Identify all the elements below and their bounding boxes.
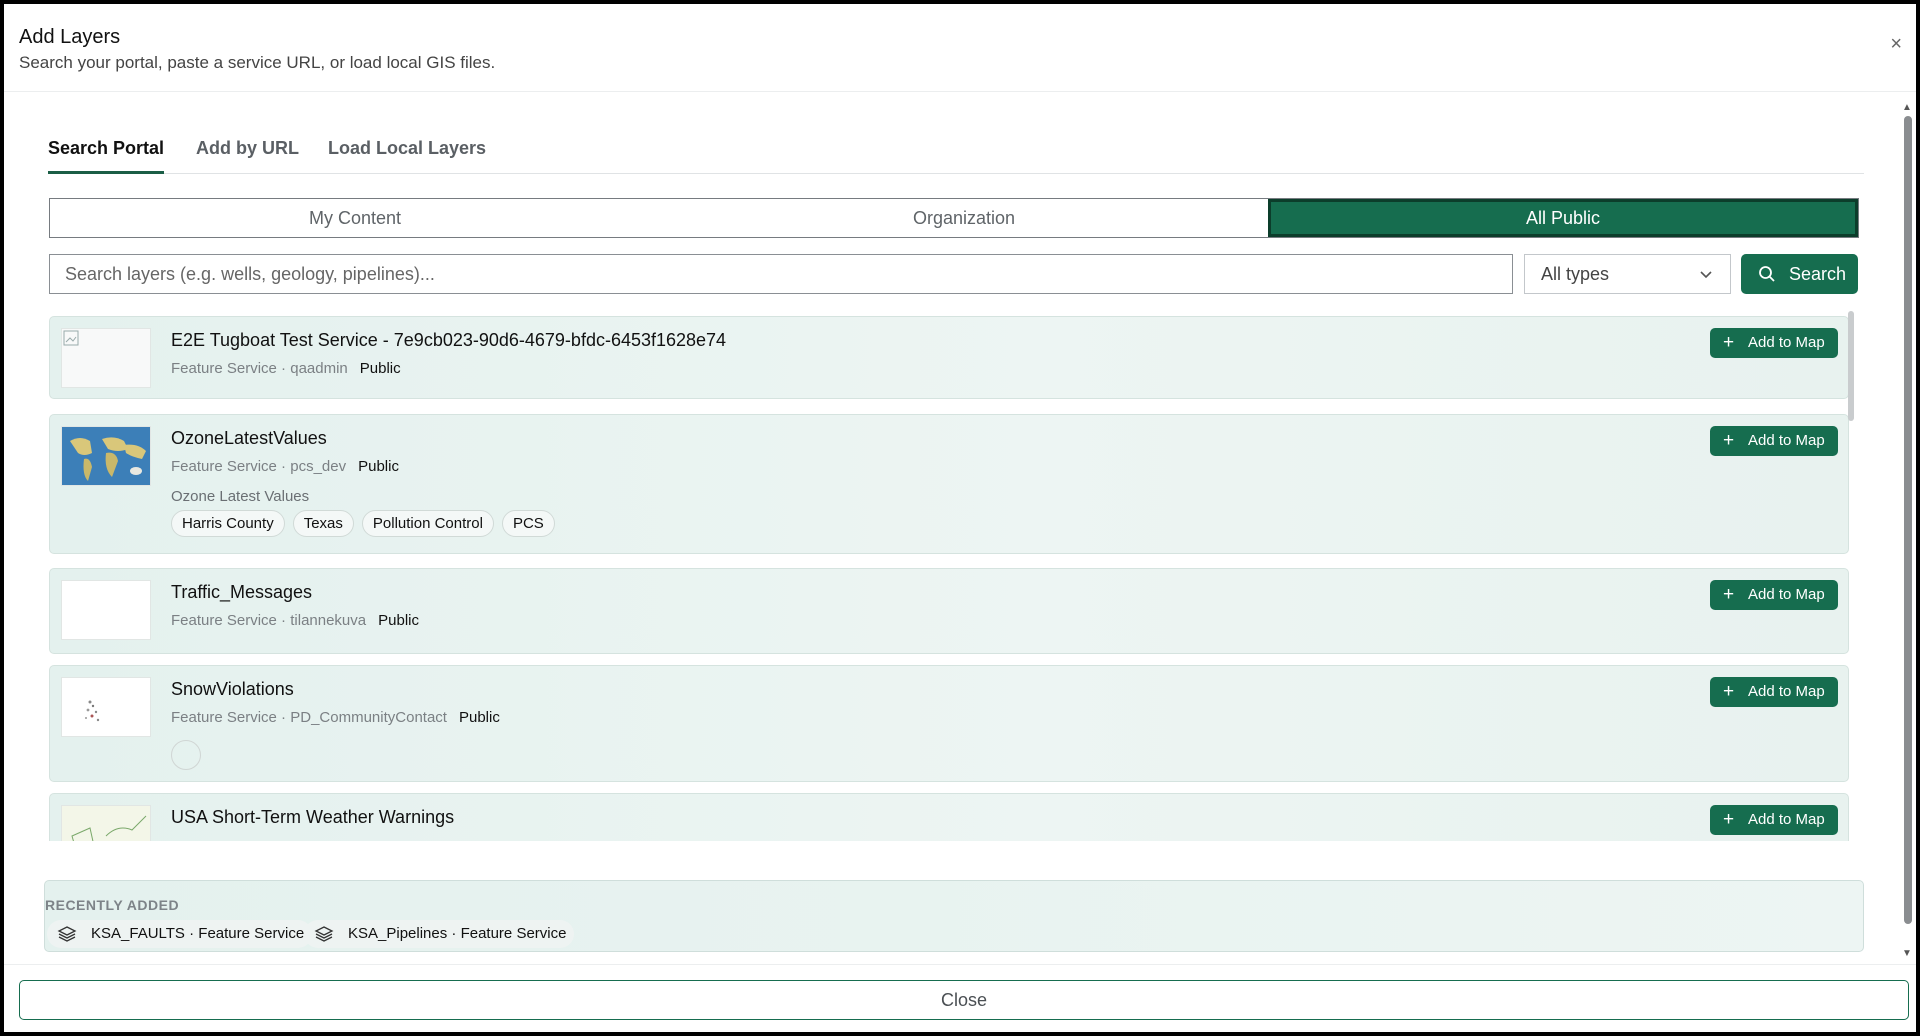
result-meta: Feature Service · tilannekuva Public [171,612,419,629]
chevron-down-icon [1700,271,1712,279]
close-button[interactable]: Close [19,980,1909,1020]
add-to-map-label: Add to Map [1748,586,1825,603]
scope-my-content[interactable]: My Content [50,199,660,237]
results-list[interactable]: E2E Tugboat Test Service - 7e9cb023-90d6… [49,311,1859,841]
type-filter-select[interactable]: All types [1524,254,1731,294]
empty-circle-icon [171,740,201,770]
tag-chip[interactable]: Pollution Control [361,510,494,537]
world-map-thumbnail-icon [62,427,150,485]
results-scrollbar[interactable] [1848,311,1854,421]
dialog-scrollbar[interactable]: ▲ ▼ [1901,102,1913,962]
result-owner: qaadmin [290,360,348,377]
result-meta: Feature Service · pcs_dev Public [171,458,399,475]
tab-bar: Search Portal Add by URL Load Local Laye… [48,138,1864,174]
plus-icon: + [1723,332,1735,353]
recent-item-type: Feature Service [198,925,305,942]
recent-item-chip[interactable]: KSA_Pipelines · Feature Service [304,920,575,948]
plus-icon: + [1723,430,1735,451]
recent-item-chip[interactable]: KSA_FAULTS · Feature Service [47,920,313,948]
add-to-map-button[interactable]: + Add to Map [1710,426,1838,456]
dialog-title: Add Layers [19,26,121,48]
scope-all-public[interactable]: All Public [1268,199,1858,237]
tag-chip[interactable]: Texas [292,510,354,537]
map-thumbnail-icon [71,815,147,841]
result-thumbnail [61,426,151,486]
tab-search-portal[interactable]: Search Portal [48,138,165,174]
result-card: E2E Tugboat Test Service - 7e9cb023-90d6… [49,316,1849,399]
access-badge: Public [378,612,419,629]
result-description: Ozone Latest Values [171,488,310,505]
add-to-map-button[interactable]: + Add to Map [1710,580,1838,610]
tag-chip[interactable]: PCS [501,510,555,537]
result-card: USA Short-Term Weather Warnings + Add to … [49,793,1849,841]
access-badge: Public [359,360,401,377]
result-thumbnail [61,677,151,737]
result-owner: PD_CommunityContact [290,709,447,726]
search-button-label: Search [1789,264,1847,284]
recently-added-panel: RECENTLY ADDED KSA_FAULTS · Feature Serv… [44,880,1864,952]
scroll-down-icon[interactable]: ▼ [1902,948,1912,959]
search-input[interactable] [49,254,1513,294]
add-to-map-label: Add to Map [1748,683,1825,700]
recent-item-type: Feature Service [460,925,567,942]
add-to-map-label: Add to Map [1748,432,1825,449]
result-owner: tilannekuva [290,612,367,629]
result-type: Feature Service [171,458,277,475]
tab-load-local-layers[interactable]: Load Local Layers [328,138,486,174]
add-to-map-button[interactable]: + Add to Map [1710,677,1838,707]
result-thumbnail [61,328,151,388]
result-title: USA Short-Term Weather Warnings [171,807,455,827]
result-meta: Feature Service · qaadmin Public [171,360,401,377]
add-to-map-label: Add to Map [1748,334,1825,351]
dialog-header: Add Layers Search your portal, paste a s… [4,4,1916,92]
search-icon [1759,266,1775,282]
result-title: SnowViolations [171,679,294,699]
plus-icon: + [1723,809,1735,830]
result-title: OzoneLatestValues [171,428,327,448]
result-card: Traffic_Messages Feature Service · tilan… [49,568,1849,654]
access-badge: Public [458,709,500,726]
result-thumbnail [61,580,151,640]
recently-added-label: RECENTLY ADDED [45,897,180,913]
plus-icon: + [1723,681,1735,702]
result-type: Feature Service [171,360,277,377]
scope-selector: My Content Organization All Public [49,198,1859,238]
access-badge: Public [358,458,399,475]
result-tags: Harris County Texas Pollution Control PC… [171,510,555,537]
search-button[interactable]: Search [1741,254,1858,294]
scatter-thumbnail-icon [85,700,100,722]
add-layers-dialog: Add Layers Search your portal, paste a s… [4,4,1916,1032]
result-type: Feature Service [171,709,277,726]
add-to-map-button[interactable]: + Add to Map [1710,805,1838,835]
footer-divider [4,964,1916,965]
tab-add-by-url[interactable]: Add by URL [196,138,299,174]
close-icon[interactable]: × [1890,34,1902,54]
result-card: SnowViolations Feature Service · PD_Comm… [49,665,1849,782]
result-title: E2E Tugboat Test Service - 7e9cb023-90d6… [171,330,727,350]
add-to-map-label: Add to Map [1748,811,1825,828]
scroll-up-icon[interactable]: ▲ [1902,102,1912,113]
scrollbar-thumb[interactable] [1904,116,1912,924]
dialog-subtitle: Search your portal, paste a service URL,… [19,53,496,72]
recent-item-name: KSA_FAULTS [91,925,185,942]
result-thumbnail [61,805,151,841]
result-owner: pcs_dev [290,458,347,475]
result-title: Traffic_Messages [171,582,313,602]
broken-image-icon [63,330,79,346]
layers-icon [314,926,334,942]
layers-icon [57,926,77,942]
plus-icon: + [1723,584,1735,605]
result-card: OzoneLatestValues Feature Service · pcs_… [49,414,1849,554]
recent-item-name: KSA_Pipelines [348,925,448,942]
add-to-map-button[interactable]: + Add to Map [1710,328,1838,358]
scope-organization[interactable]: Organization [660,199,1268,237]
result-meta: Feature Service · PD_CommunityContact Pub… [171,709,500,726]
type-filter-value: All types [1541,264,1610,284]
result-type: Feature Service [171,612,277,629]
tag-chip[interactable]: Harris County [171,510,285,537]
